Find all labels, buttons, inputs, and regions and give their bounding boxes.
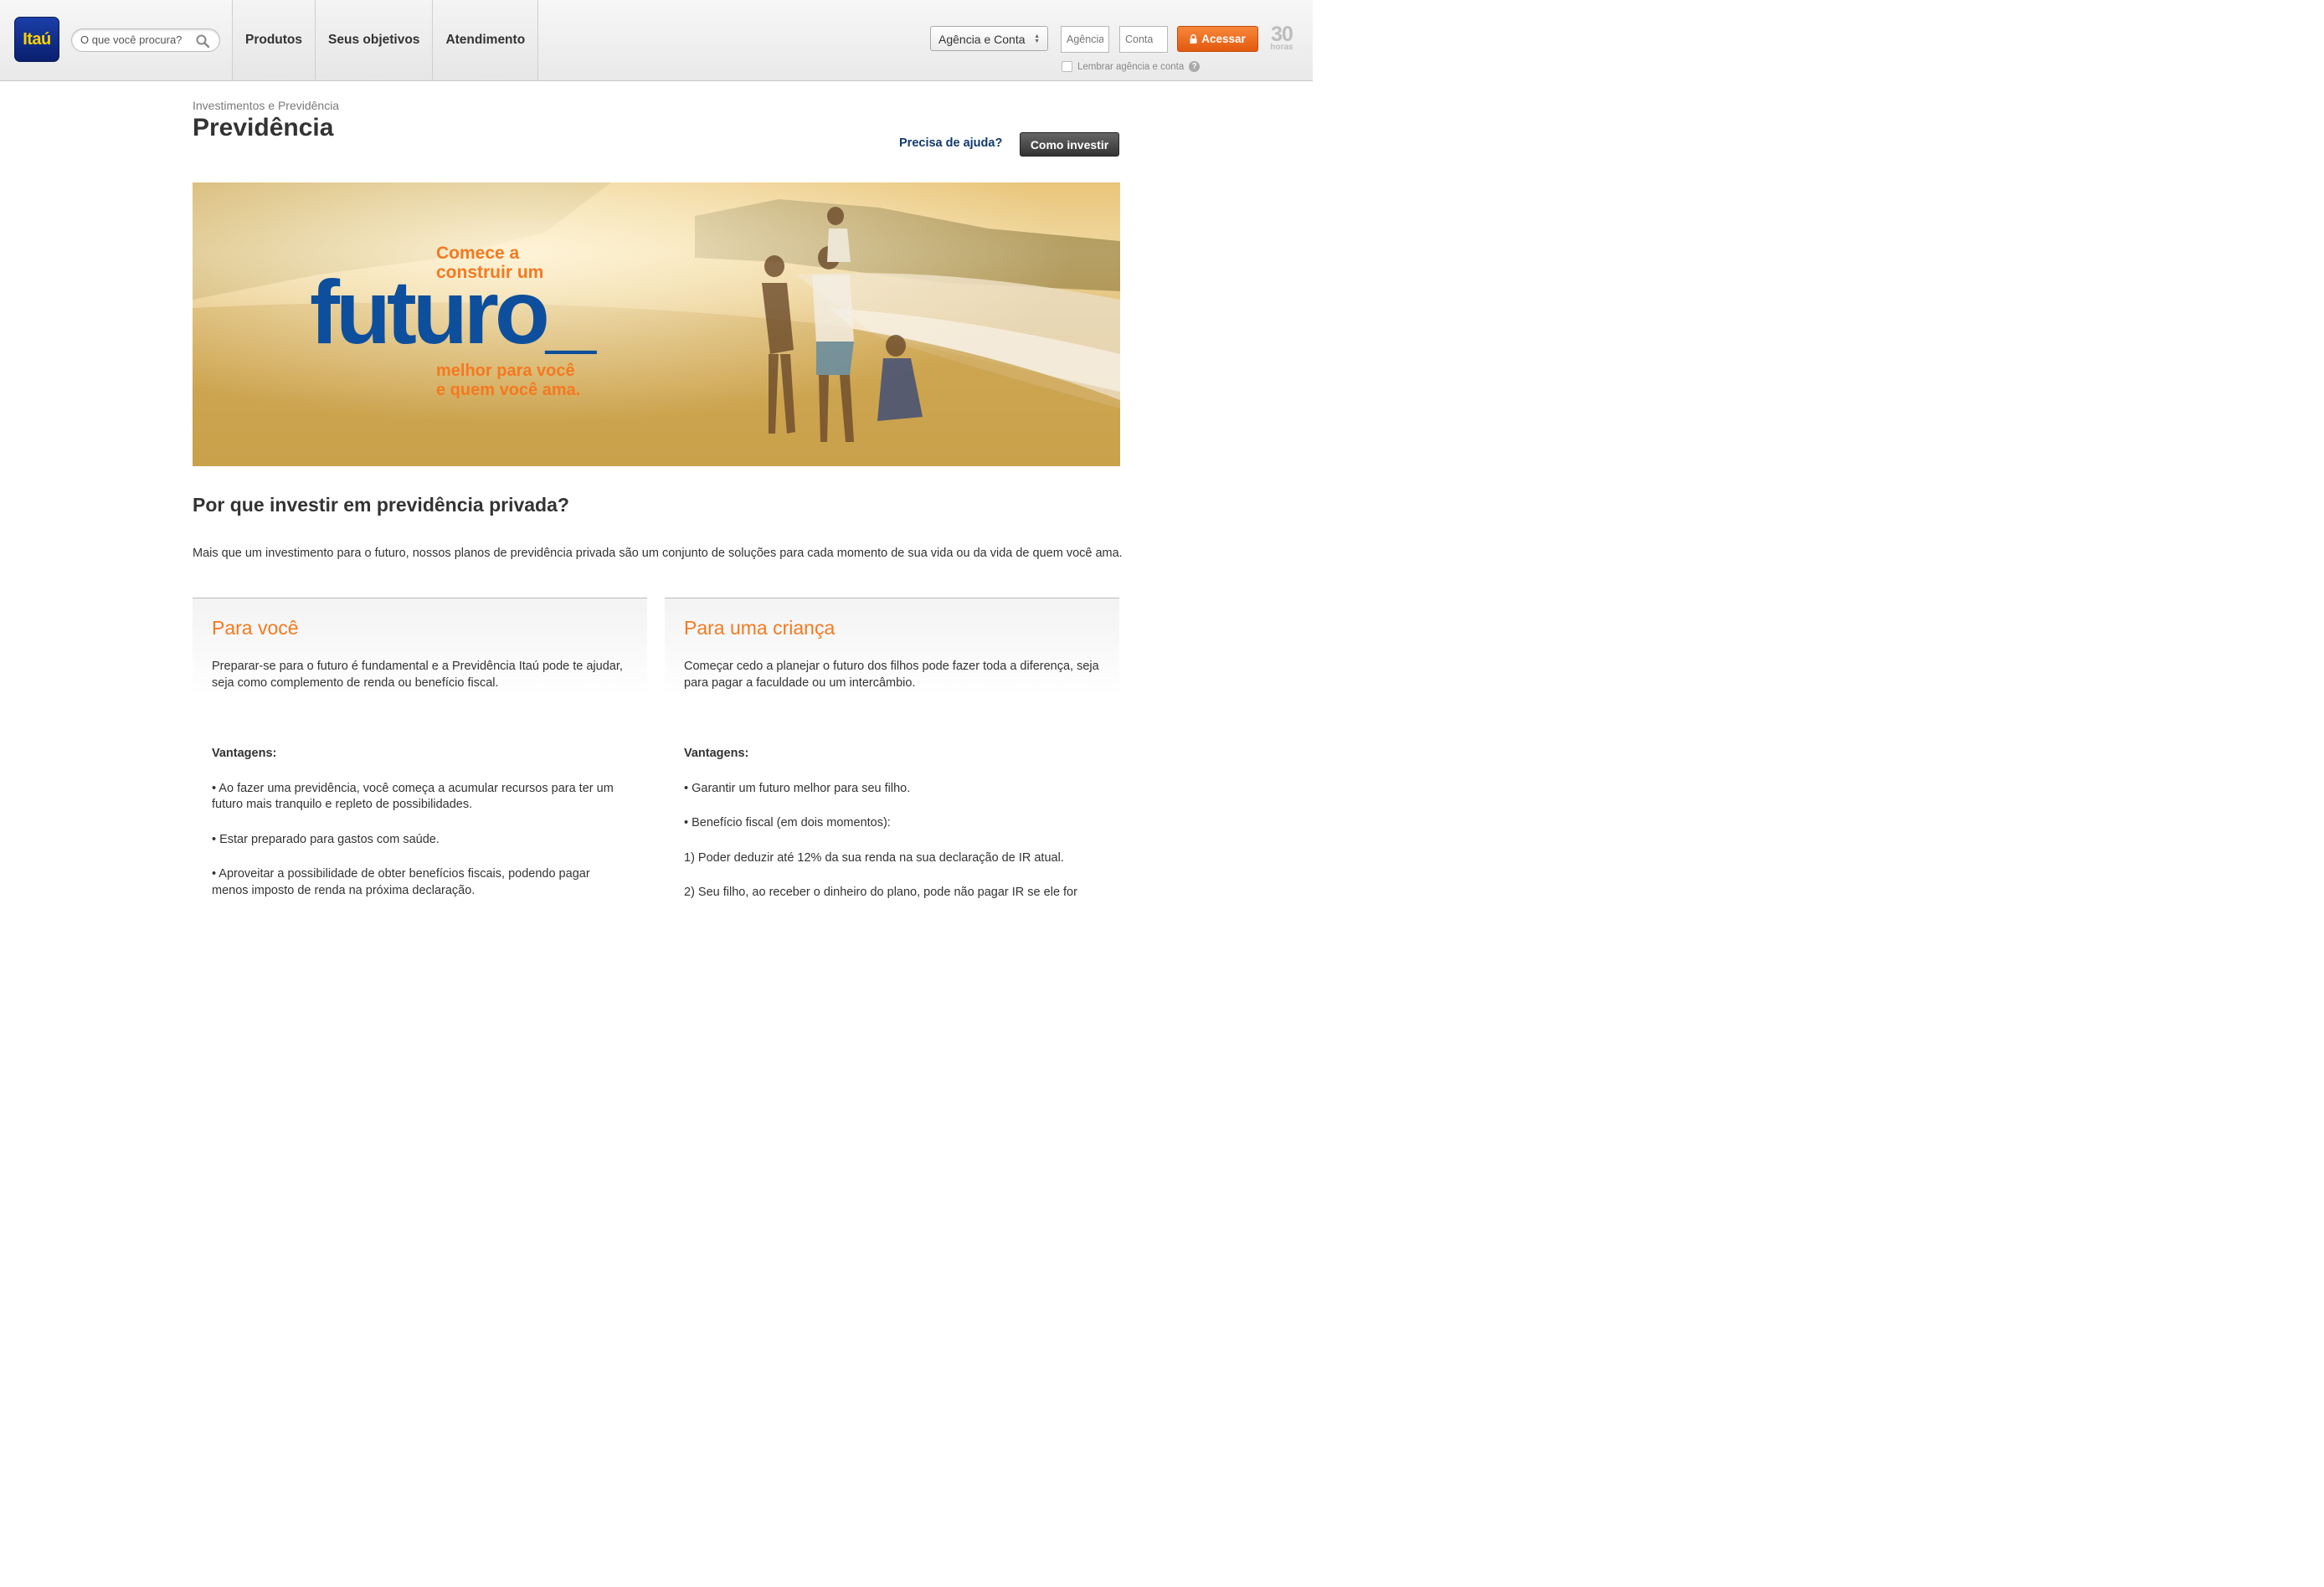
remember-label: Lembrar agência e conta (1077, 61, 1185, 72)
section-title: Por que investir em previdência privada? (193, 494, 569, 516)
banner-line-3: melhor para você (436, 362, 575, 380)
card-header: Para você Preparar-se para o futuro é fu… (193, 598, 647, 697)
advantage-item: • Estar preparado para gastos com saúde. (212, 832, 440, 846)
card-body: Vantagens: • Garantir um futuro melhor p… (665, 697, 1119, 901)
nav-atendimento[interactable]: Atendimento (432, 0, 539, 80)
banner-big-word: futuro_ (310, 261, 596, 362)
advantages-label: Vantagens: (684, 747, 749, 760)
logo-text: Itaú (23, 29, 51, 49)
top-header: Itaú Produtos Seus objetivos Atendimento… (0, 0, 1313, 81)
lock-icon (1190, 34, 1197, 44)
badge-number: 30 (1271, 23, 1293, 46)
search-input[interactable] (80, 33, 193, 46)
main-nav: Produtos Seus objetivos Atendimento (232, 0, 539, 80)
conta-input[interactable] (1119, 26, 1168, 53)
breadcrumb[interactable]: Investimentos e Previdência (193, 99, 339, 112)
help-link[interactable]: Precisa de ajuda? (899, 136, 1002, 150)
advantage-item: 2) Seu filho, ao receber o dinheiro do p… (684, 886, 1077, 899)
advantage-item: • Ao fazer uma previdência, você começa … (212, 781, 614, 812)
login-type-select[interactable]: Agência e Conta ▲ ▼ (930, 26, 1048, 51)
agencia-input[interactable] (1061, 26, 1109, 53)
section-intro: Mais que um investimento para o futuro, … (193, 547, 1123, 560)
advantage-item: • Garantir um futuro melhor para seu fil… (684, 781, 911, 795)
card-description: Preparar-se para o futuro é fundamental … (212, 660, 623, 690)
card-para-uma-crianca: Para uma criança Começar cedo a planejar… (665, 598, 1119, 899)
nav-produtos[interactable]: Produtos (232, 0, 316, 80)
search-box[interactable] (71, 28, 220, 52)
como-investir-button[interactable]: Como investir (1020, 132, 1119, 157)
select-arrows-icon: ▲ ▼ (1034, 33, 1040, 44)
card-title: Para uma criança (684, 617, 836, 639)
advantage-item: 1) Poder deduzir até 12% da sua renda na… (684, 850, 1064, 865)
help-icon[interactable]: ? (1189, 61, 1201, 72)
nav-seus-objetivos[interactable]: Seus objetivos (315, 0, 433, 80)
remember-login: Lembrar agência e conta ? (1062, 61, 1201, 72)
remember-checkbox[interactable] (1062, 61, 1072, 72)
banner-line-1: Comece a (436, 244, 520, 263)
access-button[interactable]: Acessar (1177, 26, 1258, 52)
advantage-item: • Benefício fiscal (em dois momentos): (684, 816, 891, 829)
itau-logo[interactable]: Itaú (14, 17, 59, 62)
card-description: Começar cedo a planejar o futuro dos fil… (684, 660, 1099, 690)
banner-line-4: e quem você ama. (436, 381, 581, 399)
card-header: Para uma criança Começar cedo a planejar… (665, 598, 1119, 697)
login-type-value: Agência e Conta (938, 33, 1026, 46)
card-title: Para você (212, 617, 299, 639)
card-body: Vantagens: • Ao fazer uma previdência, v… (193, 697, 647, 899)
advantages-label: Vantagens: (212, 747, 277, 760)
page-title: Previdência (193, 114, 334, 141)
card-para-voce: Para você Preparar-se para o futuro é fu… (193, 598, 647, 899)
badge-label: horas (1270, 43, 1293, 52)
banner-tagline: melhor para você e quem você ama. (436, 362, 580, 400)
access-button-label: Acessar (1201, 33, 1246, 45)
30-horas-badge: 30 horas (1267, 23, 1297, 52)
hero-banner: Comece a construir um futuro_ melhor par… (193, 182, 1120, 466)
search-icon[interactable] (196, 34, 209, 48)
advantage-item: • Aproveitar a possibilidade de obter be… (212, 867, 590, 897)
